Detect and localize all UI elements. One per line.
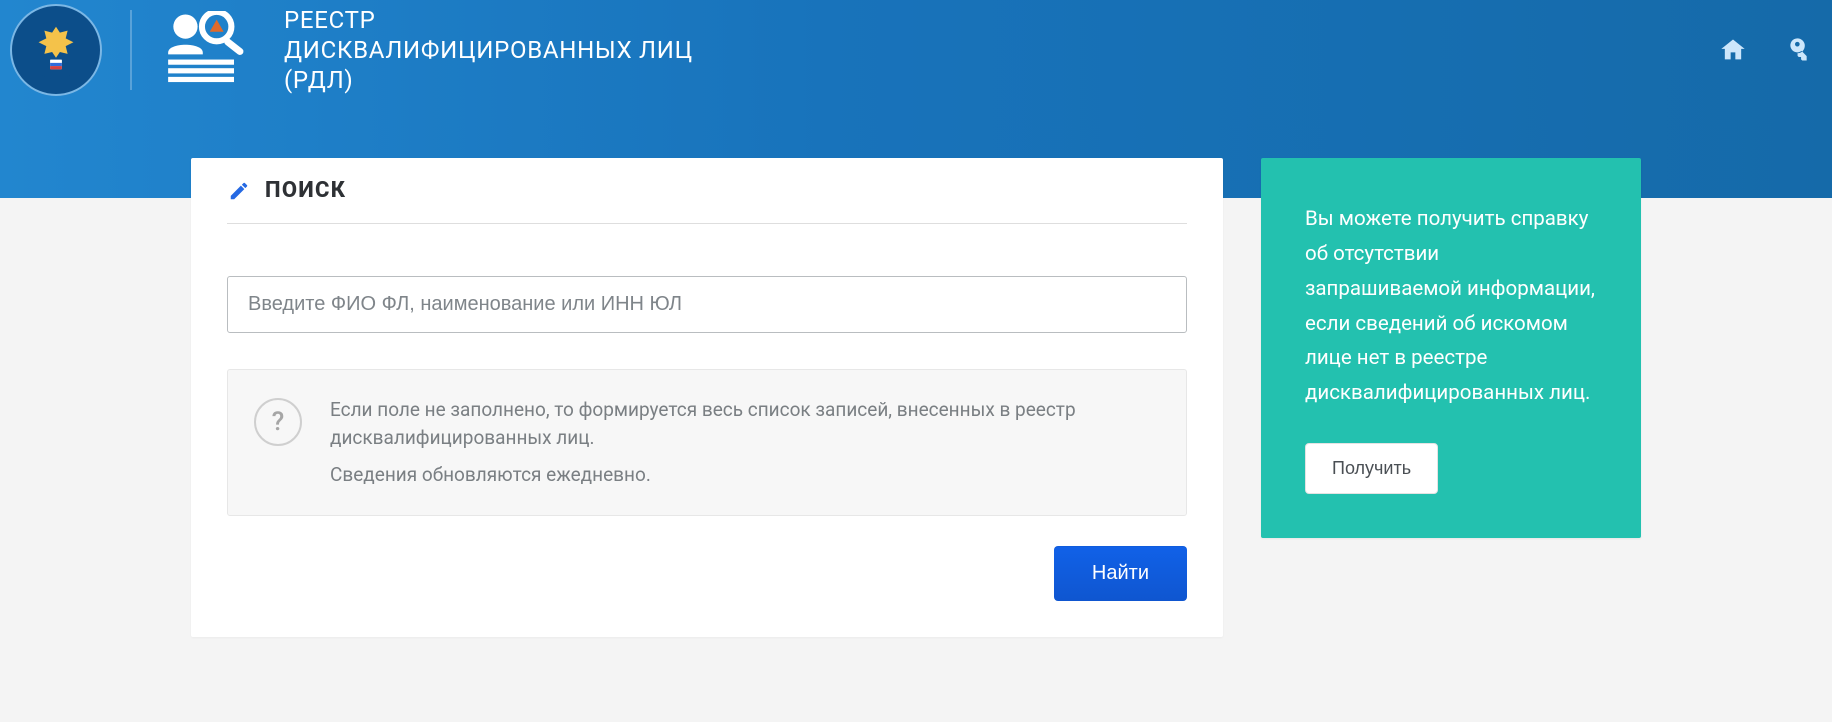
header-divider bbox=[130, 10, 132, 90]
search-heading: ПОИСК bbox=[265, 178, 346, 203]
fns-emblem bbox=[10, 4, 102, 96]
key-icon bbox=[1781, 36, 1809, 64]
search-card-header: ПОИСК bbox=[227, 158, 1187, 224]
search-hint-box: ? Если поле не заполнено, то формируется… bbox=[227, 369, 1187, 516]
pencil-icon bbox=[227, 179, 251, 203]
side-panel-text: Вы можете получить справку об отсутствии… bbox=[1305, 202, 1597, 411]
search-input[interactable] bbox=[227, 276, 1187, 333]
search-card: ПОИСК ? Если поле не заполнено, то форми… bbox=[191, 158, 1223, 637]
certificate-side-panel: Вы можете получить справку об отсутствии… bbox=[1261, 158, 1641, 538]
get-certificate-button[interactable]: Получить bbox=[1305, 443, 1438, 494]
service-logo bbox=[156, 11, 260, 89]
home-icon bbox=[1719, 36, 1747, 64]
eagle-emblem-icon bbox=[25, 19, 87, 81]
home-link[interactable] bbox=[1716, 33, 1750, 67]
login-link[interactable] bbox=[1778, 33, 1812, 67]
hint-line-1: Если поле не заполнено, то формируется в… bbox=[330, 396, 1158, 451]
search-submit-button[interactable]: Найти bbox=[1054, 546, 1187, 601]
hint-line-2: Сведения обновляются ежедневно. bbox=[330, 461, 1158, 489]
question-mark-icon: ? bbox=[254, 398, 302, 446]
service-title: РЕЕСТР ДИСКВАЛИФИЦИРОВАННЫХ ЛИЦ (РДЛ) bbox=[284, 5, 704, 95]
